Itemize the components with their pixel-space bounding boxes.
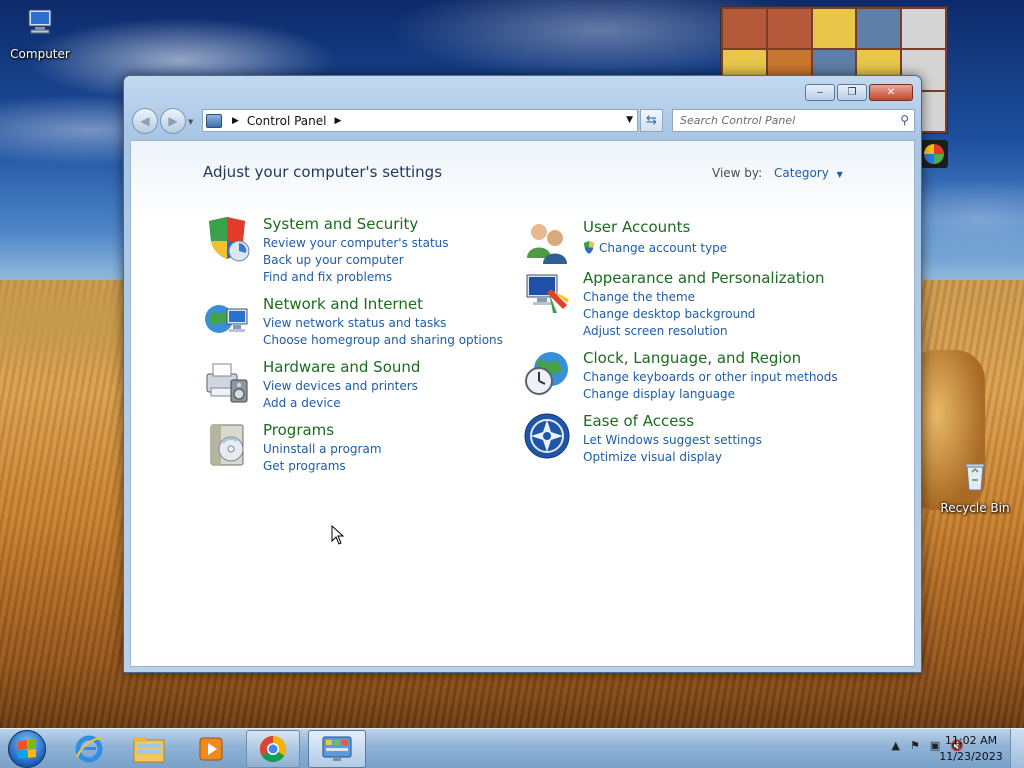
taskbar-file-explorer[interactable] — [122, 730, 176, 768]
windows-flag-icon — [18, 739, 36, 759]
desktop-icon-label: Computer — [10, 47, 70, 61]
category-title[interactable]: System and Security — [263, 215, 418, 233]
category-title[interactable]: Network and Internet — [263, 295, 423, 313]
computer-icon — [28, 9, 52, 34]
breadcrumb-separator-icon[interactable]: ▶ — [232, 116, 239, 126]
link-desktop-background[interactable]: Change desktop background — [583, 306, 755, 323]
category-links: Change keyboards or other input methods … — [583, 369, 838, 403]
chrome-icon — [259, 735, 287, 763]
action-center-flag-icon[interactable]: ⚑ — [910, 739, 920, 752]
link-add-device[interactable]: Add a device — [263, 395, 418, 412]
view-by-dropdown[interactable]: Category — [774, 166, 829, 180]
back-arrow-icon: ◀ — [140, 114, 150, 128]
category-title[interactable]: Clock, Language, and Region — [583, 349, 801, 367]
show-desktop-button[interactable] — [1010, 729, 1024, 768]
control-panel-window: ‒ ❐ ✕ ◀ ▶ ▼ ▶ Control Panel ▶ ▼ ⇆ Search… — [123, 75, 922, 673]
address-bar[interactable]: ▶ Control Panel ▶ ▼ — [202, 109, 638, 132]
refresh-button[interactable]: ⇆ — [640, 109, 663, 132]
link-keyboards[interactable]: Change keyboards or other input methods — [583, 369, 838, 386]
clock-globe-icon[interactable] — [523, 349, 571, 397]
breadcrumb-separator-icon[interactable]: ▶ — [335, 116, 342, 126]
ease-of-access-icon[interactable] — [523, 412, 571, 460]
media-player-icon — [199, 737, 223, 761]
control-panel-small-icon — [206, 113, 222, 128]
clock[interactable]: 11:02 AM 11/23/2023 — [936, 733, 1006, 765]
category-title[interactable]: Appearance and Personalization — [583, 269, 825, 287]
forward-button[interactable]: ▶ — [160, 108, 186, 134]
category-title[interactable]: Hardware and Sound — [263, 358, 420, 376]
category-title[interactable]: Programs — [263, 421, 334, 439]
back-button[interactable]: ◀ — [132, 108, 158, 134]
view-by-control: View by: Category ▼ — [712, 166, 843, 180]
minimize-button[interactable]: ‒ — [805, 84, 835, 101]
category-links: Change the theme Change desktop backgrou… — [583, 289, 755, 340]
category-links: Let Windows suggest settings Optimize vi… — [583, 432, 762, 466]
category-links: Uninstall a program Get programs — [263, 441, 382, 475]
monitor-paint-icon[interactable] — [523, 269, 571, 317]
security-shield-icon[interactable] — [203, 215, 251, 263]
recycle-bin-icon — [965, 463, 985, 491]
category-links: Change account type — [583, 240, 727, 257]
link-network-status[interactable]: View network status and tasks — [263, 315, 503, 332]
printer-speaker-icon[interactable] — [203, 358, 251, 406]
desktop-icon-recycle-bin[interactable]: Recycle Bin — [935, 460, 1015, 515]
programs-disc-icon[interactable] — [203, 421, 251, 469]
recent-pages-dropdown-icon[interactable]: ▼ — [188, 118, 193, 126]
taskbar: ▲ ⚑ ▣ 🔇 11:02 AM 11/23/2023 — [0, 728, 1024, 768]
search-input[interactable]: Search Control Panel ⚲ — [672, 109, 915, 132]
category-links: Review your computer's status Back up yo… — [263, 235, 449, 286]
search-placeholder: Search Control Panel — [680, 114, 796, 127]
link-optimize-display[interactable]: Optimize visual display — [583, 449, 762, 466]
forward-arrow-icon: ▶ — [168, 114, 178, 128]
desktop-icon-label: Recycle Bin — [940, 501, 1010, 515]
file-explorer-icon — [133, 737, 165, 763]
link-uninstall[interactable]: Uninstall a program — [263, 441, 382, 458]
link-get-programs[interactable]: Get programs — [263, 458, 382, 475]
link-devices-printers[interactable]: View devices and printers — [263, 378, 418, 395]
clock-date: 11/23/2023 — [939, 750, 1003, 763]
category-title[interactable]: Ease of Access — [583, 412, 694, 430]
close-button[interactable]: ✕ — [869, 84, 913, 101]
window-controls: ‒ ❐ ✕ — [805, 84, 913, 101]
category-links: View devices and printers Add a device — [263, 378, 418, 412]
category-links: View network status and tasks Choose hom… — [263, 315, 503, 349]
link-change-theme[interactable]: Change the theme — [583, 289, 755, 306]
link-review-status[interactable]: Review your computer's status — [263, 235, 449, 252]
desktop-icon-computer[interactable]: Computer — [0, 6, 80, 61]
link-screen-resolution[interactable]: Adjust screen resolution — [583, 323, 755, 340]
taskbar-control-panel[interactable] — [308, 730, 366, 768]
page-title: Adjust your computer's settings — [203, 163, 443, 181]
link-suggest-settings[interactable]: Let Windows suggest settings — [583, 432, 762, 449]
address-dropdown-icon[interactable]: ▼ — [626, 115, 633, 125]
start-button[interactable] — [8, 730, 46, 768]
network-globe-icon[interactable] — [203, 295, 251, 343]
chevron-down-icon[interactable]: ▼ — [837, 170, 843, 179]
link-display-language[interactable]: Change display language — [583, 386, 838, 403]
view-by-label: View by: — [712, 166, 763, 180]
users-icon[interactable] — [523, 218, 571, 266]
taskbar-internet-explorer[interactable] — [62, 730, 116, 768]
control-panel-icon — [322, 736, 352, 761]
navigation-bar: ◀ ▶ ▼ ▶ Control Panel ▶ ▼ ⇆ Search Contr… — [132, 106, 915, 134]
search-icon[interactable]: ⚲ — [900, 113, 909, 127]
internet-explorer-icon — [75, 735, 103, 763]
link-homegroup[interactable]: Choose homegroup and sharing options — [263, 332, 503, 349]
uac-shield-icon — [584, 241, 594, 254]
maximize-button[interactable]: ❐ — [837, 84, 867, 101]
mouse-cursor-icon — [331, 525, 345, 545]
breadcrumb-control-panel[interactable]: Control Panel — [247, 114, 327, 128]
gadget-orb-icon[interactable] — [920, 140, 948, 168]
refresh-icon: ⇆ — [646, 113, 657, 128]
link-backup[interactable]: Back up your computer — [263, 252, 449, 269]
link-find-fix[interactable]: Find and fix problems — [263, 269, 449, 286]
control-panel-content: Adjust your computer's settings View by:… — [130, 140, 915, 667]
link-change-account-type[interactable]: Change account type — [583, 240, 727, 257]
taskbar-media-player[interactable] — [184, 730, 238, 768]
link-label: Change account type — [599, 241, 728, 255]
nav-arrows: ◀ ▶ ▼ — [132, 108, 193, 134]
clock-time: 11:02 AM — [944, 734, 998, 747]
show-hidden-icons-icon[interactable]: ▲ — [892, 739, 900, 752]
taskbar-chrome[interactable] — [246, 730, 300, 768]
category-title[interactable]: User Accounts — [583, 218, 690, 236]
